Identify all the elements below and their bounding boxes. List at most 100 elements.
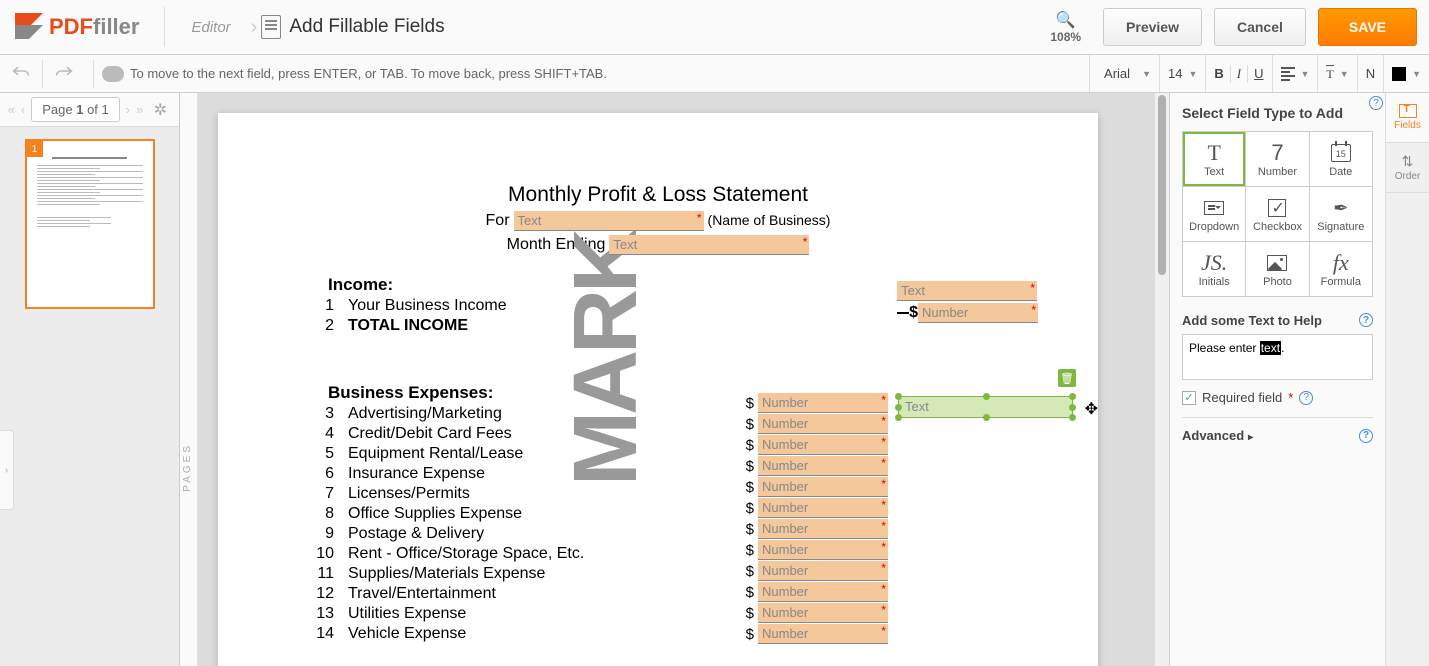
resize-handle[interactable] — [1069, 393, 1076, 400]
zoom-value: 108% — [1050, 30, 1081, 44]
separator — [93, 60, 94, 88]
font-family-select[interactable]: Arial▼ — [1089, 55, 1159, 92]
expense-field-row: $Number* — [746, 540, 888, 560]
zoom-control[interactable]: 🔍 108% — [1040, 10, 1091, 44]
separator — [1230, 65, 1231, 83]
field-expense-5[interactable]: Number* — [758, 435, 888, 455]
expense-field-row: $Number* — [746, 624, 888, 644]
scrollbar-thumb[interactable] — [1158, 95, 1166, 275]
expense-row: 13Utilities Expense — [308, 605, 1048, 623]
field-type-formula[interactable]: fxFormula — [1310, 242, 1372, 296]
pager-last[interactable]: » — [136, 102, 143, 117]
tip-icon — [102, 66, 124, 82]
resize-handle[interactable] — [895, 393, 902, 400]
save-button[interactable]: SAVE — [1318, 8, 1417, 46]
selected-text-field[interactable]: Text ✥ 🗑 — [898, 396, 1073, 418]
chevron-down-icon: ▼ — [1301, 69, 1310, 79]
align-select[interactable]: ▼ — [1272, 55, 1318, 92]
field-type-initials[interactable]: JS.Initials — [1183, 242, 1245, 296]
help-label: Add some Text to Help — [1182, 313, 1322, 328]
pager-prev[interactable]: ‹ — [21, 102, 25, 117]
tab-fields[interactable]: Fields — [1386, 93, 1429, 143]
field-expense-3[interactable]: Number* — [758, 393, 888, 413]
pager-next[interactable]: › — [126, 102, 130, 117]
breadcrumb-editor[interactable]: Editor — [175, 19, 246, 36]
help-text-input[interactable]: Please enter text. — [1182, 334, 1373, 380]
underline-button[interactable]: U — [1254, 66, 1263, 81]
canvas[interactable]: MARK Monthly Profit & Loss Statement For… — [198, 93, 1169, 666]
pager-first[interactable]: « — [8, 102, 15, 117]
required-field-row: ✓ Required field * ? — [1182, 390, 1373, 405]
field-expense-14[interactable]: Number* — [758, 624, 888, 644]
text-format-controls: Arial▼ 14▼ B I U ▼ T ▼ N ▼ — [1089, 55, 1429, 92]
field-type-number[interactable]: 7Number — [1246, 132, 1308, 186]
tab-order[interactable]: Order — [1386, 143, 1429, 193]
field-total-income[interactable]: Number* — [918, 303, 1038, 323]
required-label: Required field — [1202, 390, 1282, 405]
expense-field-row: $Number* — [746, 456, 888, 476]
document-page[interactable]: MARK Monthly Profit & Loss Statement For… — [218, 113, 1098, 666]
initials-icon: JS. — [1187, 250, 1241, 276]
field-type-dropdown[interactable]: Dropdown — [1183, 187, 1245, 241]
field-expense-9[interactable]: Number* — [758, 519, 888, 539]
panel-title: Select Field Type to Add — [1182, 105, 1373, 121]
required-checkbox[interactable]: ✓ — [1182, 391, 1196, 405]
help-icon[interactable]: ? — [1359, 429, 1373, 443]
logo[interactable]: PDFfiller — [0, 13, 154, 41]
field-type-signature[interactable]: Signature — [1310, 187, 1372, 241]
field-income-1[interactable]: Text* — [897, 281, 1037, 301]
expense-row: 4Credit/Debit Card Fees — [308, 425, 1048, 443]
field-type-date[interactable]: Date — [1310, 132, 1372, 186]
n-button[interactable]: N — [1357, 55, 1383, 92]
pages-collapse-handle[interactable]: › — [0, 430, 14, 510]
cancel-button[interactable]: Cancel — [1214, 8, 1306, 46]
field-expense-8[interactable]: Number* — [758, 498, 888, 518]
calendar-icon — [1314, 140, 1368, 166]
expense-field-column: $Number*$Number*$Number*$Number*$Number*… — [746, 393, 888, 645]
field-expense-12[interactable]: Number* — [758, 582, 888, 602]
gear-icon[interactable]: ✲ — [149, 100, 171, 120]
field-expense-4[interactable]: Number* — [758, 414, 888, 434]
preview-button[interactable]: Preview — [1103, 8, 1202, 46]
undo-button[interactable] — [12, 64, 30, 83]
expense-row: 12Travel/Entertainment — [308, 585, 1048, 603]
logo-text-2: filler — [93, 14, 139, 40]
advanced-toggle[interactable]: Advanced▸ ? — [1182, 417, 1373, 453]
resize-handle[interactable] — [895, 404, 902, 411]
chevron-right-icon: ▸ — [1248, 432, 1253, 443]
help-icon[interactable]: ? — [1299, 391, 1313, 405]
chevron-down-icon: ▼ — [1340, 69, 1349, 79]
field-expense-11[interactable]: Number* — [758, 561, 888, 581]
bold-button[interactable]: B — [1214, 66, 1223, 81]
resize-handle[interactable] — [1069, 404, 1076, 411]
vertical-align-select[interactable]: T ▼ — [1317, 55, 1356, 92]
expense-field-row: $Number* — [746, 603, 888, 623]
expense-field-row: $Number* — [746, 414, 888, 434]
field-expense-6[interactable]: Number* — [758, 456, 888, 476]
history-controls — [0, 60, 85, 88]
field-expense-10[interactable]: Number* — [758, 540, 888, 560]
checkbox-icon — [1250, 195, 1304, 221]
field-type-checkbox[interactable]: Checkbox — [1246, 187, 1308, 241]
delete-field-button[interactable]: 🗑 — [1058, 369, 1076, 387]
italic-button[interactable]: I — [1237, 66, 1241, 82]
pages-strip: PAGES — [180, 93, 198, 666]
field-business-name[interactable]: Text* — [514, 211, 704, 231]
resize-handle[interactable] — [983, 414, 990, 421]
help-icon[interactable]: ? — [1359, 313, 1373, 327]
field-month-ending[interactable]: Text* — [609, 235, 809, 255]
panel-help-icon[interactable]: ? — [1369, 96, 1383, 110]
font-size-select[interactable]: 14▼ — [1159, 55, 1205, 92]
color-select[interactable]: ▼ — [1383, 55, 1429, 92]
scrollbar[interactable] — [1155, 93, 1169, 666]
resize-handle[interactable] — [1069, 414, 1076, 421]
field-expense-7[interactable]: Number* — [758, 477, 888, 497]
page-thumbnail-1[interactable]: 1 — [25, 139, 155, 309]
field-type-photo[interactable]: Photo — [1246, 242, 1308, 296]
field-type-text[interactable]: TText — [1183, 132, 1245, 186]
resize-handle[interactable] — [895, 414, 902, 421]
resize-handle[interactable] — [983, 393, 990, 400]
field-expense-13[interactable]: Number* — [758, 603, 888, 623]
main: › « ‹ Page 1 of 1 › » ✲ 1 — [0, 93, 1429, 666]
redo-button[interactable] — [55, 64, 73, 83]
